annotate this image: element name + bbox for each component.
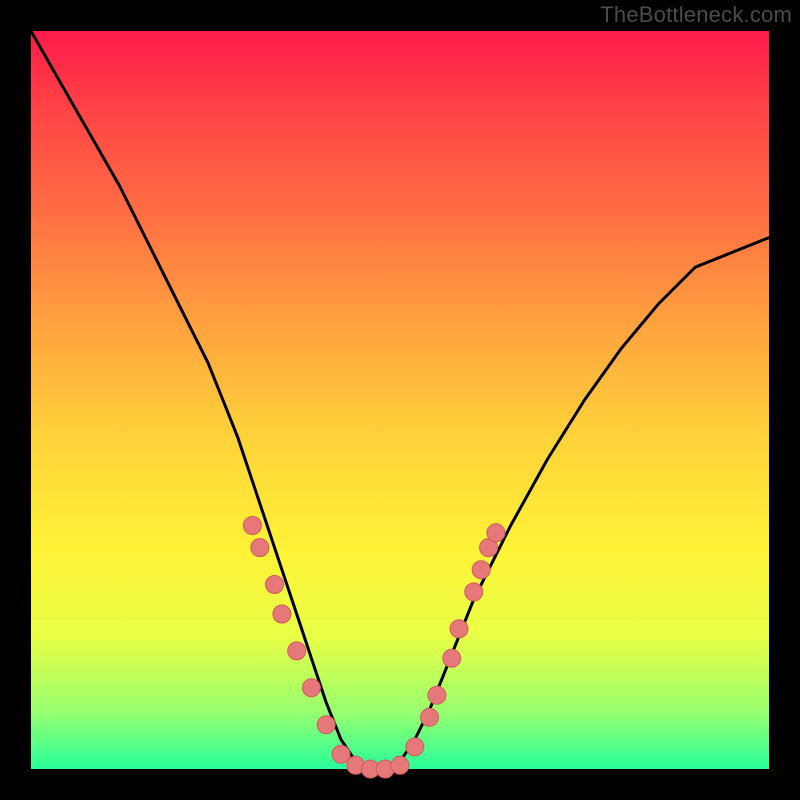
plot-area bbox=[31, 31, 769, 769]
data-point bbox=[243, 517, 261, 535]
data-point bbox=[273, 605, 291, 623]
watermark-text: TheBottleneck.com bbox=[600, 2, 792, 28]
data-point bbox=[317, 716, 335, 734]
curve-markers bbox=[243, 517, 505, 779]
curve-line bbox=[31, 31, 769, 769]
data-point bbox=[266, 576, 284, 594]
data-point bbox=[288, 642, 306, 660]
data-point bbox=[487, 524, 505, 542]
data-point bbox=[406, 738, 424, 756]
bottleneck-curve bbox=[31, 31, 769, 769]
data-point bbox=[465, 583, 483, 601]
data-point bbox=[443, 649, 461, 667]
chart-svg bbox=[31, 31, 769, 769]
data-point bbox=[472, 561, 490, 579]
data-point bbox=[421, 708, 439, 726]
data-point bbox=[302, 679, 320, 697]
chart-frame: TheBottleneck.com bbox=[0, 0, 800, 800]
data-point bbox=[450, 620, 468, 638]
data-point bbox=[428, 686, 446, 704]
data-point bbox=[391, 756, 409, 774]
data-point bbox=[332, 745, 350, 763]
data-point bbox=[251, 539, 269, 557]
